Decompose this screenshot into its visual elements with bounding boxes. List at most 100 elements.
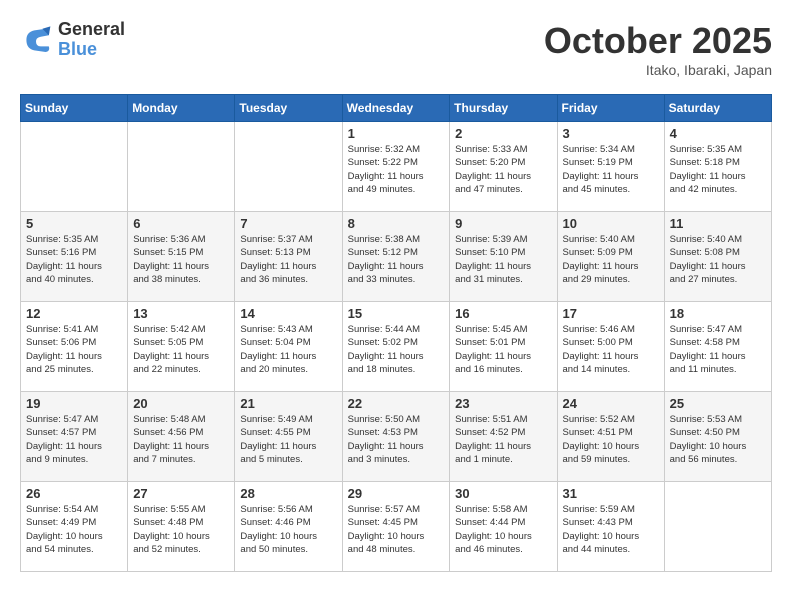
day-info: Sunrise: 5:49 AM Sunset: 4:55 PM Dayligh… bbox=[240, 413, 336, 466]
logo-text: General Blue bbox=[58, 20, 125, 60]
day-number: 9 bbox=[455, 216, 551, 231]
logo: General Blue bbox=[20, 20, 125, 60]
day-number: 12 bbox=[26, 306, 122, 321]
day-info: Sunrise: 5:47 AM Sunset: 4:57 PM Dayligh… bbox=[26, 413, 122, 466]
day-info: Sunrise: 5:46 AM Sunset: 5:00 PM Dayligh… bbox=[563, 323, 659, 376]
day-number: 6 bbox=[133, 216, 229, 231]
day-number: 3 bbox=[563, 126, 659, 141]
day-info: Sunrise: 5:40 AM Sunset: 5:09 PM Dayligh… bbox=[563, 233, 659, 286]
day-info: Sunrise: 5:44 AM Sunset: 5:02 PM Dayligh… bbox=[348, 323, 445, 376]
location: Itako, Ibaraki, Japan bbox=[544, 62, 772, 78]
day-info: Sunrise: 5:34 AM Sunset: 5:19 PM Dayligh… bbox=[563, 143, 659, 196]
day-number: 17 bbox=[563, 306, 659, 321]
day-cell-1: 1 Sunrise: 5:32 AM Sunset: 5:22 PM Daylig… bbox=[342, 122, 450, 212]
day-cell-7: 7 Sunrise: 5:37 AM Sunset: 5:13 PM Daylig… bbox=[235, 212, 342, 302]
day-info: Sunrise: 5:56 AM Sunset: 4:46 PM Dayligh… bbox=[240, 503, 336, 556]
day-info: Sunrise: 5:37 AM Sunset: 5:13 PM Dayligh… bbox=[240, 233, 336, 286]
day-number: 24 bbox=[563, 396, 659, 411]
day-number: 25 bbox=[670, 396, 766, 411]
empty-cell bbox=[128, 122, 235, 212]
day-cell-2: 2 Sunrise: 5:33 AM Sunset: 5:20 PM Daylig… bbox=[450, 122, 557, 212]
day-cell-13: 13Sunrise: 5:42 AM Sunset: 5:05 PM Dayli… bbox=[128, 302, 235, 392]
day-number: 1 bbox=[348, 126, 445, 141]
weekday-header-friday: Friday bbox=[557, 95, 664, 122]
empty-cell bbox=[664, 482, 771, 572]
day-number: 16 bbox=[455, 306, 551, 321]
week-row-4: 19 Sunrise: 5:47 AM Sunset: 4:57 PM Dayli… bbox=[21, 392, 772, 482]
day-cell-18: 18Sunrise: 5:47 AM Sunset: 4:58 PM Dayli… bbox=[664, 302, 771, 392]
day-info: Sunrise: 5:51 AM Sunset: 4:52 PM Dayligh… bbox=[455, 413, 551, 466]
day-number: 26 bbox=[26, 486, 122, 501]
day-info: Sunrise: 5:32 AM Sunset: 5:22 PM Dayligh… bbox=[348, 143, 445, 196]
week-row-2: 5Sunrise: 5:35 AM Sunset: 5:16 PM Daylig… bbox=[21, 212, 772, 302]
day-number: 28 bbox=[240, 486, 336, 501]
day-number: 23 bbox=[455, 396, 551, 411]
day-info: Sunrise: 5:52 AM Sunset: 4:51 PM Dayligh… bbox=[563, 413, 659, 466]
day-cell-21: 21Sunrise: 5:49 AM Sunset: 4:55 PM Dayli… bbox=[235, 392, 342, 482]
day-info: Sunrise: 5:50 AM Sunset: 4:53 PM Dayligh… bbox=[348, 413, 445, 466]
day-number: 10 bbox=[563, 216, 659, 231]
day-cell-3: 3 Sunrise: 5:34 AM Sunset: 5:19 PM Daylig… bbox=[557, 122, 664, 212]
day-number: 30 bbox=[455, 486, 551, 501]
day-number: 27 bbox=[133, 486, 229, 501]
page-header: General Blue October 2025 Itako, Ibaraki… bbox=[20, 20, 772, 78]
day-number: 22 bbox=[348, 396, 445, 411]
day-cell-9: 9 Sunrise: 5:39 AM Sunset: 5:10 PM Daylig… bbox=[450, 212, 557, 302]
day-number: 7 bbox=[240, 216, 336, 231]
day-info: Sunrise: 5:55 AM Sunset: 4:48 PM Dayligh… bbox=[133, 503, 229, 556]
day-info: Sunrise: 5:38 AM Sunset: 5:12 PM Dayligh… bbox=[348, 233, 445, 286]
day-cell-23: 23 Sunrise: 5:51 AM Sunset: 4:52 PM Dayli… bbox=[450, 392, 557, 482]
weekday-header-tuesday: Tuesday bbox=[235, 95, 342, 122]
day-info: Sunrise: 5:35 AM Sunset: 5:18 PM Dayligh… bbox=[670, 143, 766, 196]
day-cell-10: 10 Sunrise: 5:40 AM Sunset: 5:09 PM Dayli… bbox=[557, 212, 664, 302]
day-cell-4: 4Sunrise: 5:35 AM Sunset: 5:18 PM Daylig… bbox=[664, 122, 771, 212]
day-info: Sunrise: 5:58 AM Sunset: 4:44 PM Dayligh… bbox=[455, 503, 551, 556]
calendar: SundayMondayTuesdayWednesdayThursdayFrid… bbox=[20, 94, 772, 572]
day-cell-24: 24 Sunrise: 5:52 AM Sunset: 4:51 PM Dayli… bbox=[557, 392, 664, 482]
week-row-1: 1 Sunrise: 5:32 AM Sunset: 5:22 PM Daylig… bbox=[21, 122, 772, 212]
day-cell-5: 5Sunrise: 5:35 AM Sunset: 5:16 PM Daylig… bbox=[21, 212, 128, 302]
day-cell-16: 16Sunrise: 5:45 AM Sunset: 5:01 PM Dayli… bbox=[450, 302, 557, 392]
day-number: 31 bbox=[563, 486, 659, 501]
day-cell-22: 22 Sunrise: 5:50 AM Sunset: 4:53 PM Dayli… bbox=[342, 392, 450, 482]
day-cell-25: 25Sunrise: 5:53 AM Sunset: 4:50 PM Dayli… bbox=[664, 392, 771, 482]
weekday-header-saturday: Saturday bbox=[664, 95, 771, 122]
empty-cell bbox=[235, 122, 342, 212]
day-info: Sunrise: 5:59 AM Sunset: 4:43 PM Dayligh… bbox=[563, 503, 659, 556]
day-info: Sunrise: 5:57 AM Sunset: 4:45 PM Dayligh… bbox=[348, 503, 445, 556]
day-info: Sunrise: 5:36 AM Sunset: 5:15 PM Dayligh… bbox=[133, 233, 229, 286]
weekday-header-row: SundayMondayTuesdayWednesdayThursdayFrid… bbox=[21, 95, 772, 122]
title-block: October 2025 Itako, Ibaraki, Japan bbox=[544, 20, 772, 78]
day-number: 5 bbox=[26, 216, 122, 231]
day-cell-15: 15Sunrise: 5:44 AM Sunset: 5:02 PM Dayli… bbox=[342, 302, 450, 392]
weekday-header-wednesday: Wednesday bbox=[342, 95, 450, 122]
day-number: 20 bbox=[133, 396, 229, 411]
day-cell-31: 31 Sunrise: 5:59 AM Sunset: 4:43 PM Dayli… bbox=[557, 482, 664, 572]
weekday-header-thursday: Thursday bbox=[450, 95, 557, 122]
day-cell-29: 29Sunrise: 5:57 AM Sunset: 4:45 PM Dayli… bbox=[342, 482, 450, 572]
logo-icon bbox=[20, 24, 52, 56]
weekday-header-sunday: Sunday bbox=[21, 95, 128, 122]
empty-cell bbox=[21, 122, 128, 212]
day-cell-11: 11 Sunrise: 5:40 AM Sunset: 5:08 PM Dayli… bbox=[664, 212, 771, 302]
day-number: 11 bbox=[670, 216, 766, 231]
day-number: 14 bbox=[240, 306, 336, 321]
day-cell-20: 20 Sunrise: 5:48 AM Sunset: 4:56 PM Dayli… bbox=[128, 392, 235, 482]
day-number: 2 bbox=[455, 126, 551, 141]
day-info: Sunrise: 5:39 AM Sunset: 5:10 PM Dayligh… bbox=[455, 233, 551, 286]
day-cell-17: 17 Sunrise: 5:46 AM Sunset: 5:00 PM Dayli… bbox=[557, 302, 664, 392]
day-cell-26: 26Sunrise: 5:54 AM Sunset: 4:49 PM Dayli… bbox=[21, 482, 128, 572]
day-info: Sunrise: 5:48 AM Sunset: 4:56 PM Dayligh… bbox=[133, 413, 229, 466]
week-row-5: 26Sunrise: 5:54 AM Sunset: 4:49 PM Dayli… bbox=[21, 482, 772, 572]
day-info: Sunrise: 5:47 AM Sunset: 4:58 PM Dayligh… bbox=[670, 323, 766, 376]
day-cell-19: 19 Sunrise: 5:47 AM Sunset: 4:57 PM Dayli… bbox=[21, 392, 128, 482]
day-number: 19 bbox=[26, 396, 122, 411]
day-info: Sunrise: 5:33 AM Sunset: 5:20 PM Dayligh… bbox=[455, 143, 551, 196]
weekday-header-monday: Monday bbox=[128, 95, 235, 122]
day-info: Sunrise: 5:40 AM Sunset: 5:08 PM Dayligh… bbox=[670, 233, 766, 286]
day-cell-27: 27 Sunrise: 5:55 AM Sunset: 4:48 PM Dayli… bbox=[128, 482, 235, 572]
day-number: 8 bbox=[348, 216, 445, 231]
day-number: 13 bbox=[133, 306, 229, 321]
day-cell-30: 30 Sunrise: 5:58 AM Sunset: 4:44 PM Dayli… bbox=[450, 482, 557, 572]
day-info: Sunrise: 5:41 AM Sunset: 5:06 PM Dayligh… bbox=[26, 323, 122, 376]
